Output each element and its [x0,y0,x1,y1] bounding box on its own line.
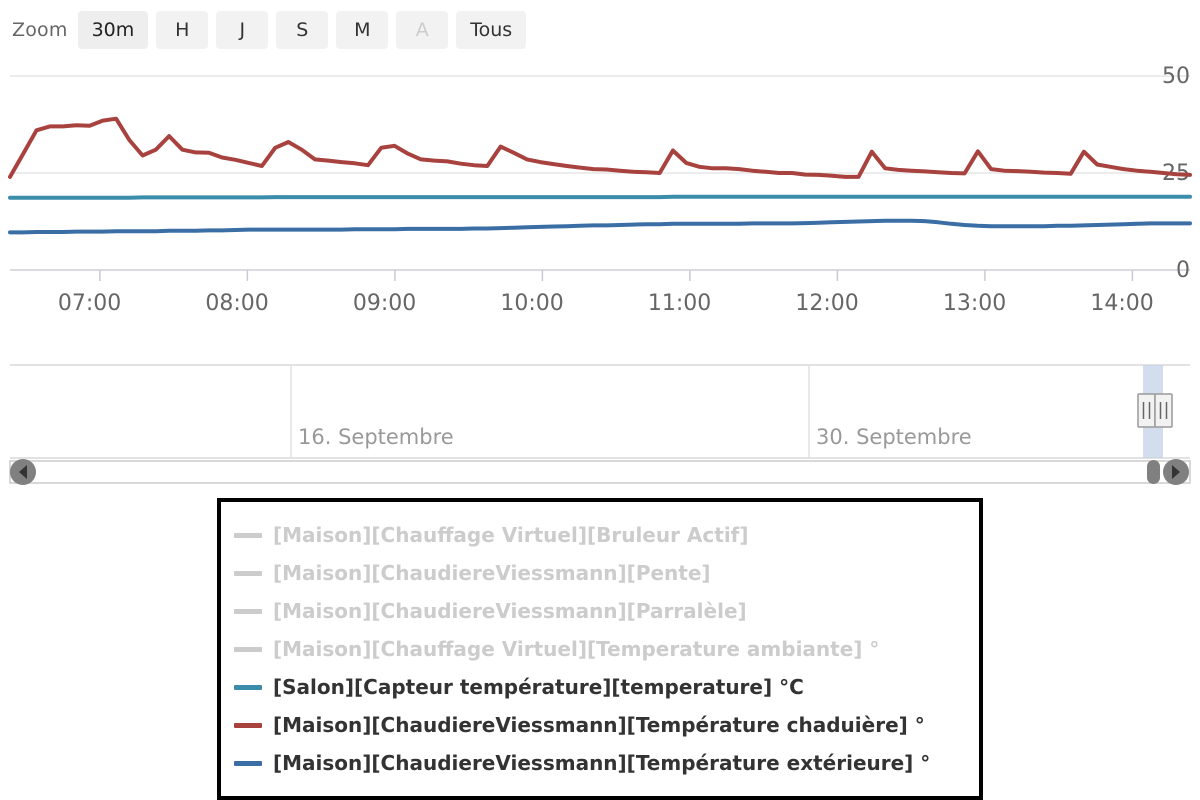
legend-item-label: [Maison][Chauffage Virtuel][Bruleur Acti… [273,523,749,547]
legend-color-swatch [234,646,262,652]
main-chart-svg: 0255007:00 08:00 09:00 10:00 11:00 12:00 13:00… [8,64,1192,316]
range-button-j[interactable]: J [216,11,269,49]
x-axis-label: 14:00 [1090,291,1153,316]
legend-color-swatch [234,532,262,538]
scrollbar-left-arrow-button[interactable] [10,459,36,485]
legend-item-label: [Maison][ChaudiereViessmann][Parralèle] [273,599,747,623]
legend-item-label: [Maison][ChaudiereViessmann][Pente] [273,561,711,585]
legend-item-label: [Maison][ChaudiereViessmann][Température… [273,751,931,775]
legend-color-swatch [234,684,262,690]
series-line [8,116,1192,179]
range-button-a: A [396,11,449,49]
zoom-label: Zoom [12,19,68,41]
legend-item-label: [Salon][Capteur température][temperature… [273,675,804,699]
chart-navigator[interactable]: 16. Septembre 30. Septembre [0,355,1200,490]
x-axis-label: 10:00 [500,291,563,316]
legend-item[interactable]: [Salon][Capteur température][temperature… [221,668,979,706]
legend-item-label: [Maison][Chauffage Virtuel][Temperature … [273,637,880,661]
x-axis-label: 08:00 [205,291,268,316]
x-axis-label: 11:00 [648,291,711,316]
legend-item[interactable]: [Maison][ChaudiereViessmann][Température… [221,706,979,744]
range-selector: Zoom 30m H J S M A Tous [0,0,1200,60]
range-button-m[interactable]: M [336,11,389,49]
scrollbar-thumb[interactable] [1147,460,1160,484]
legend-item[interactable]: [Maison][Chauffage Virtuel][Temperature … [221,630,979,668]
navigator-handle-left[interactable] [1137,393,1156,428]
y-axis-label: 0 [1176,258,1190,283]
legend-item[interactable]: [Maison][ChaudiereViessmann][Pente] [221,554,979,592]
legend-color-swatch [234,760,262,766]
chart-legend: [Maison][Chauffage Virtuel][Bruleur Acti… [217,498,983,800]
legend-color-swatch [234,608,262,614]
navigator-date-label: 30. Septembre [816,425,972,449]
x-axis-label: 12:00 [795,291,858,316]
x-axis-label: 07:00 [58,291,121,316]
series-line [8,218,1192,235]
y-axis-label: 50 [1162,64,1190,89]
legend-color-swatch [234,722,262,728]
range-selector-buttons: 30m H J S M A Tous [77,11,535,49]
x-axis-label: 13:00 [943,291,1006,316]
scrollbar-right-arrow-button[interactable] [1163,459,1189,485]
legend-item[interactable]: [Maison][Chauffage Virtuel][Bruleur Acti… [221,516,979,554]
range-button-s[interactable]: S [276,11,329,49]
x-axis-label: 09:00 [353,291,416,316]
legend-color-swatch [234,570,262,576]
series-line [8,194,1192,200]
range-button-30m[interactable]: 30m [77,11,149,49]
scrollbar-track[interactable] [9,460,1191,484]
legend-item[interactable]: [Maison][ChaudiereViessmann][Température… [221,744,979,782]
navigator-handle-right[interactable] [1154,393,1173,428]
main-chart-plot[interactable]: 0 25 50 07:00 08:00 09:00 10:00 11:00 12:00 13:00… [0,55,1200,325]
navigator-svg: 16. Septembre 30. Septembre [9,364,1191,485]
legend-item[interactable]: [Maison][ChaudiereViessmann][Parralèle] [221,592,979,630]
range-button-tous[interactable]: Tous [456,11,527,49]
range-button-h[interactable]: H [156,11,209,49]
legend-item-label: [Maison][ChaudiereViessmann][Température… [273,713,925,737]
navigator-date-label: 16. Septembre [298,425,454,449]
